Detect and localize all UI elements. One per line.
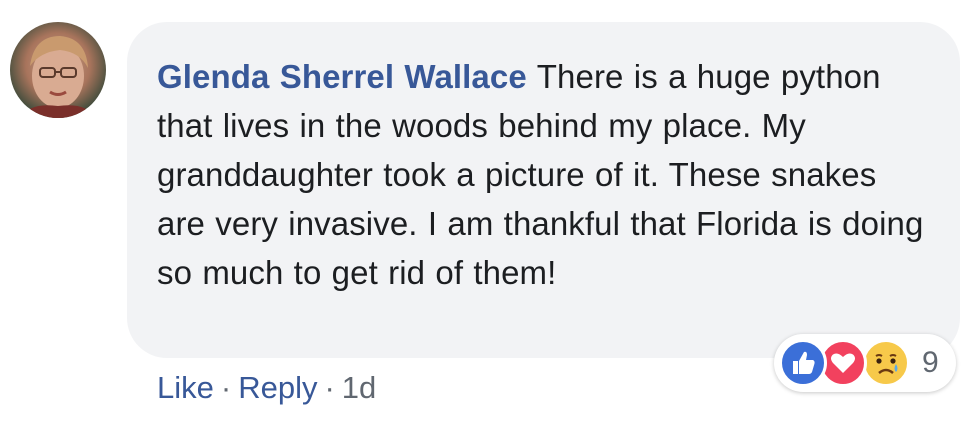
like-link[interactable]: Like [157, 370, 214, 405]
avatar-photo-icon [20, 36, 96, 118]
timestamp-link[interactable]: 1d [342, 370, 376, 405]
author-name-link[interactable]: Glenda Sherrel Wallace [157, 58, 527, 95]
reactions-summary[interactable]: 9 [774, 334, 956, 392]
separator: · [220, 370, 232, 405]
separator: · [324, 370, 335, 405]
sad-icon [862, 339, 910, 387]
comment: Glenda Sherrel Wallace There is a huge py… [0, 0, 980, 434]
reaction-count: 9 [922, 346, 939, 379]
reply-link[interactable]: Reply [238, 370, 317, 405]
comment-bubble: Glenda Sherrel Wallace There is a huge py… [127, 22, 960, 358]
avatar[interactable] [10, 22, 106, 118]
like-icon [779, 339, 827, 387]
comment-actions: Like · Reply · 1d [157, 366, 376, 410]
comment-body: Glenda Sherrel Wallace There is a huge py… [157, 52, 930, 297]
